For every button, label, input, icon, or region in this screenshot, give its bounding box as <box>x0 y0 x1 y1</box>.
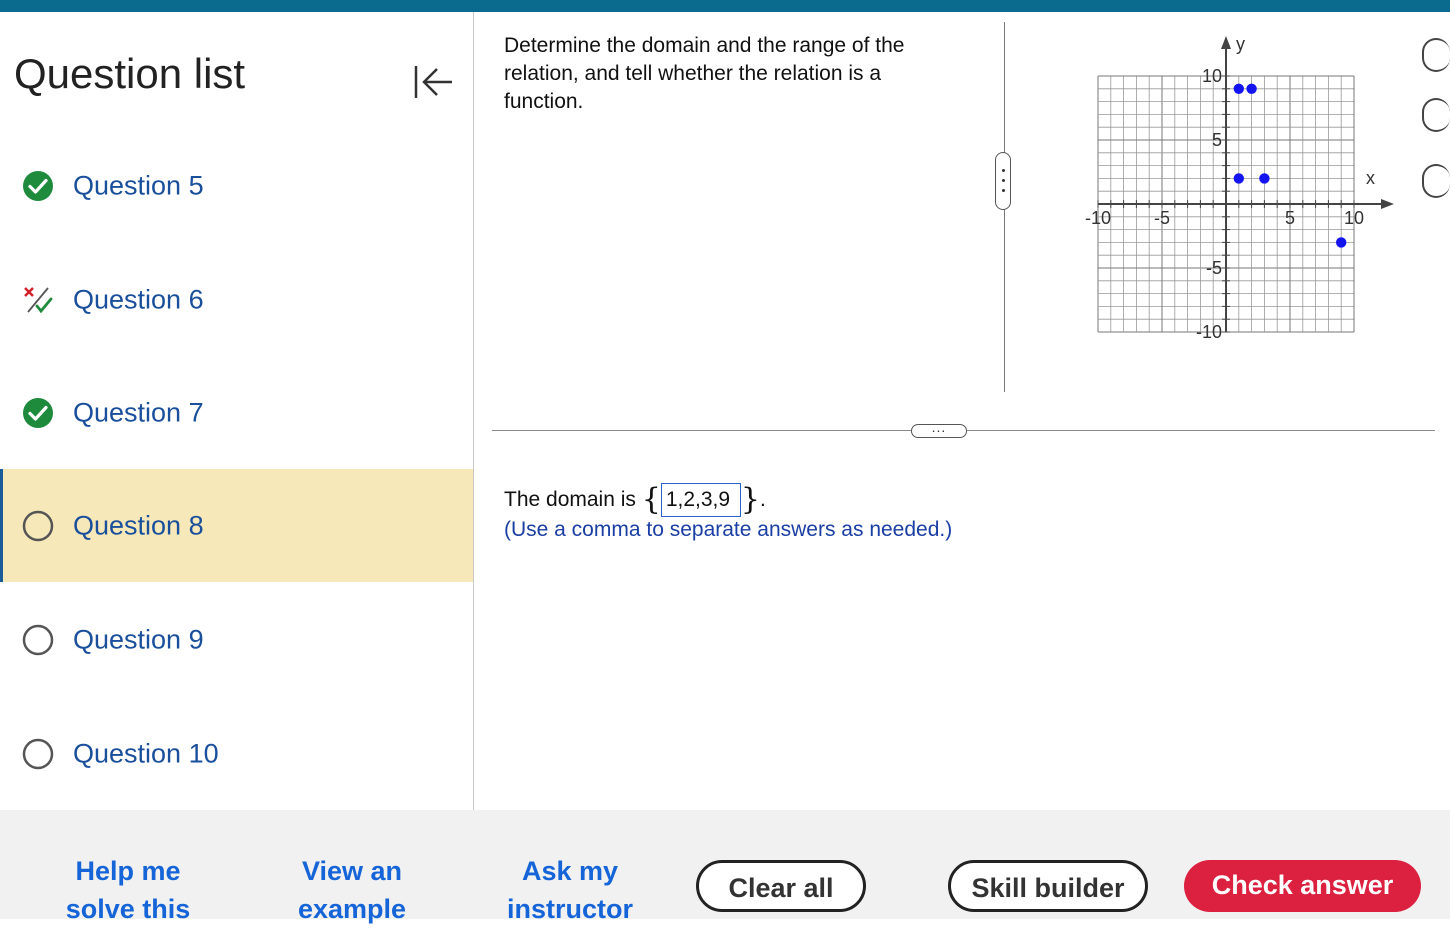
question-item-6[interactable]: Question 6 <box>0 243 473 356</box>
question-label: Question 8 <box>73 510 204 540</box>
ask-instructor-button[interactable]: Ask my instructor <box>490 852 650 928</box>
question-panel: Determine the domain and the range of th… <box>474 12 1450 810</box>
y-tick-label: 5 <box>1212 130 1222 150</box>
tool-icon[interactable] <box>1422 98 1450 132</box>
check-circle-icon <box>23 397 53 428</box>
x-tick-label: 10 <box>1344 208 1364 228</box>
question-label: Question 5 <box>73 170 204 200</box>
question-list-sidebar: Question list Question 5 Question 6 Ques… <box>0 12 474 810</box>
answer-line: The domain is {1,2,3,9}. <box>504 482 766 518</box>
skill-builder-button[interactable]: Skill builder <box>948 860 1148 912</box>
question-item-7[interactable]: Question 7 <box>0 356 473 469</box>
data-point <box>1259 173 1270 184</box>
clear-all-button[interactable]: Clear all <box>696 860 866 912</box>
y-tick-label: -10 <box>1196 322 1222 342</box>
answer-prefix: The domain is <box>504 488 636 511</box>
question-label: Question 9 <box>73 624 204 654</box>
relation-graph: -10 -5 5 10 10 5 -5 -10 x y <box>1085 34 1394 342</box>
empty-circle-icon <box>22 510 54 541</box>
tool-icon[interactable] <box>1422 38 1450 72</box>
x-tick-label: -10 <box>1085 208 1111 228</box>
collapse-left-icon <box>414 66 452 98</box>
x-axis-label: x <box>1366 168 1375 188</box>
question-item-8[interactable]: Question 8 <box>0 469 473 582</box>
data-point <box>1233 173 1244 184</box>
y-axis-arrow <box>1221 36 1231 49</box>
empty-circle-icon <box>22 624 54 655</box>
question-label: Question 6 <box>73 284 204 314</box>
data-point <box>1233 83 1244 94</box>
check-answer-button[interactable]: Check answer <box>1184 860 1421 912</box>
question-item-10[interactable]: Question 10 <box>0 697 473 810</box>
top-accent-bar <box>0 0 1450 12</box>
bottom-toolbar: Help me solve this View an example Ask m… <box>0 810 1450 924</box>
vertical-resize-handle[interactable] <box>995 152 1011 210</box>
question-instructions: Determine the domain and the range of th… <box>504 34 905 113</box>
y-axis-label: y <box>1236 34 1245 54</box>
answer-hint: (Use a comma to separate answers as need… <box>504 518 953 541</box>
y-tick-label: 10 <box>1202 66 1222 86</box>
sidebar-title: Question list <box>14 50 246 97</box>
domain-answer-input[interactable]: 1,2,3,9 <box>660 483 741 518</box>
help-me-solve-button[interactable]: Help me solve this <box>48 852 208 928</box>
open-brace: { <box>641 482 661 517</box>
tool-icon[interactable] <box>1422 164 1450 198</box>
y-tick-label: -5 <box>1206 258 1222 278</box>
x-axis-arrow <box>1381 199 1394 209</box>
question-label: Question 7 <box>73 397 204 427</box>
close-brace: } <box>740 482 760 517</box>
partial-credit-icon <box>24 286 53 313</box>
question-item-9[interactable]: Question 9 <box>0 583 473 696</box>
data-point <box>1246 83 1257 94</box>
answer-suffix: . <box>759 488 766 511</box>
question-item-5[interactable]: Question 5 <box>0 129 473 242</box>
view-example-button[interactable]: View an example <box>272 852 432 928</box>
x-tick-label: 5 <box>1285 208 1295 228</box>
data-point <box>1336 237 1347 248</box>
question-label: Question 10 <box>73 738 219 768</box>
check-circle-icon <box>23 170 53 201</box>
collapse-sidebar-button[interactable] <box>410 62 454 102</box>
empty-circle-icon <box>22 738 54 769</box>
horizontal-resize-handle[interactable]: ... <box>911 420 967 438</box>
x-tick-label: -5 <box>1154 208 1170 228</box>
